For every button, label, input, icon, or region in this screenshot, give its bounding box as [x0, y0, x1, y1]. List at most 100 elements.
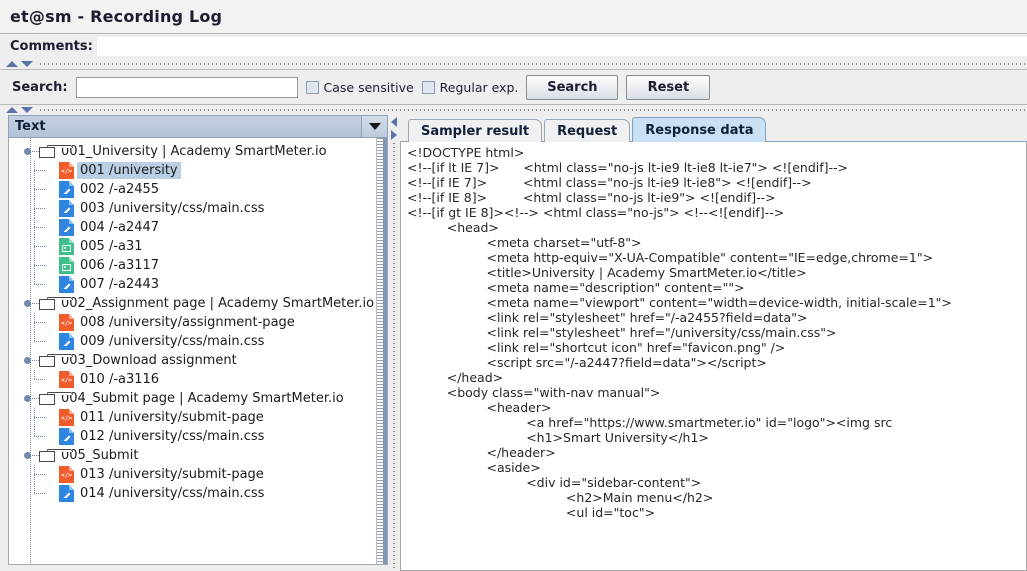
tree-leaf-node[interactable]: 002 /-a2455 [9, 180, 387, 199]
splitter-one-touch-controls-2[interactable] [6, 106, 40, 114]
expand-collapse-handle-icon[interactable] [23, 446, 39, 465]
connector-horizontal [34, 436, 45, 437]
tree-leaf-node[interactable]: </> 010 /-a3116 [9, 370, 387, 389]
tree-body[interactable]: 001_University | Academy SmartMeter.io </… [8, 138, 388, 565]
expand-collapse-handle-icon[interactable] [23, 389, 39, 408]
tree-connector [29, 180, 59, 199]
image-file-icon [59, 257, 74, 274]
handle-arm [30, 360, 39, 361]
tree-group-node[interactable]: 001_University | Academy SmartMeter.io [9, 142, 387, 161]
tree-node-label: 006 /-a3117 [80, 258, 160, 273]
checkbox-icon[interactable] [305, 80, 319, 94]
tree-connector [29, 370, 59, 389]
tree-node-label: 004_Submit page | Academy SmartMeter.io [61, 391, 344, 406]
tree-leaf-node[interactable]: 004 /-a2447 [9, 218, 387, 237]
tree-node-label: 005 /-a31 [80, 239, 143, 254]
tree-leaf-node[interactable]: 012 /university/css/main.css [9, 427, 387, 446]
connector-horizontal [34, 341, 45, 342]
tab-response-data[interactable]: Response data [632, 117, 767, 142]
tree-group-node[interactable]: 003_Download assignment [9, 351, 387, 370]
reset-button[interactable]: Reset [626, 74, 711, 100]
search-input[interactable] [75, 76, 298, 98]
folder-icon [39, 144, 73, 159]
connector-horizontal [34, 322, 45, 323]
folder-body [39, 450, 55, 462]
scrollbar-thumb[interactable] [383, 138, 387, 564]
connector-horizontal [34, 417, 45, 418]
tree-node-label: 002_Assignment page | Academy SmartMeter… [61, 296, 375, 311]
regular-expression-checkbox[interactable]: Regular exp. [421, 80, 518, 95]
main-split-area: Text 001_University | Academy SmartMeter… [0, 115, 1027, 571]
response-line: <h2>Main menu</h2> [407, 490, 714, 505]
code-glyph: </> [61, 168, 72, 175]
horizontal-splitter-bottom[interactable] [0, 105, 1027, 115]
response-line: <aside> [407, 460, 541, 475]
css-file-icon [59, 485, 74, 502]
expand-collapse-handle-icon[interactable] [23, 351, 39, 370]
tree-group-node[interactable]: 005_Submit [9, 446, 387, 465]
response-line: <div id="sidebar-content"> [407, 475, 702, 490]
tree-connector [29, 332, 59, 351]
response-line: <meta name="viewport" content="width=dev… [407, 295, 952, 310]
css-file-icon [59, 219, 74, 236]
collapse-up-icon[interactable] [6, 61, 18, 67]
tab-request[interactable]: Request [544, 119, 631, 142]
search-button[interactable]: Search [526, 74, 619, 100]
folder-body [39, 146, 55, 158]
tree-node-label: 007 /-a2443 [80, 277, 160, 292]
tree-column-header: Text [8, 115, 388, 138]
response-line: <ul id="toc"> [407, 505, 656, 520]
collapse-left-icon[interactable] [391, 117, 397, 127]
response-data-view[interactable]: <!DOCTYPE html> <!--[if lt IE 7]> <html c… [400, 142, 1027, 571]
tree-vertical-scrollbar[interactable] [376, 138, 387, 564]
horizontal-splitter-top[interactable] [0, 59, 1027, 69]
tab-label: Response data [645, 122, 754, 138]
tree-leaf-node[interactable]: 007 /-a2443 [9, 275, 387, 294]
css-file-icon [59, 181, 74, 198]
html-file-icon: </> [59, 466, 74, 483]
collapse-up-icon[interactable] [6, 107, 18, 113]
html-file-icon: </> [59, 162, 74, 179]
tree-node-label: 001_University | Academy SmartMeter.io [61, 144, 327, 159]
tree-leaf-node[interactable]: </> 008 /university/assignment-page [9, 313, 387, 332]
tree-leaf-node[interactable]: 005 /-a31 [9, 237, 387, 256]
comments-input[interactable] [96, 37, 1027, 56]
splitter-grip [40, 109, 1027, 111]
folder-body [39, 355, 55, 367]
connector-horizontal [34, 284, 45, 285]
checkbox-icon[interactable] [421, 80, 435, 94]
splitter-one-touch-controls[interactable] [6, 60, 40, 68]
collapse-down-icon[interactable] [21, 61, 33, 67]
tree-leaf-node[interactable]: 009 /university/css/main.css [9, 332, 387, 351]
expand-collapse-handle-icon[interactable] [23, 294, 39, 313]
vertical-splitter[interactable] [388, 115, 400, 571]
collapse-right-icon[interactable] [391, 130, 397, 140]
connector-horizontal [34, 208, 45, 209]
collapse-down-icon[interactable] [21, 107, 33, 113]
case-sensitive-checkbox[interactable]: Case sensitive [305, 79, 414, 95]
code-glyph: </> [61, 377, 72, 384]
tree-leaf-node[interactable]: </> 013 /university/submit-page [9, 465, 387, 484]
tree-node-label: 010 /-a3116 [80, 372, 160, 387]
response-line: <title>University | Academy SmartMeter.i… [407, 265, 807, 280]
tree-group-node[interactable]: 002_Assignment page | Academy SmartMeter… [9, 294, 387, 313]
tree-column-dropdown-button[interactable] [361, 116, 387, 137]
recording-tree-pane: Text 001_University | Academy SmartMeter… [0, 115, 388, 571]
chevron-down-icon [368, 123, 381, 130]
recording-log-window: et@sm - Recording Log Comments: Search: … [0, 0, 1027, 571]
tree-leaf-node[interactable]: </> 001 /university [9, 161, 387, 180]
expand-collapse-handle-icon[interactable] [23, 142, 39, 161]
tree-leaf-node[interactable]: 006 /-a3117 [9, 256, 387, 275]
tab-label: Sampler result [421, 123, 530, 139]
tree-leaf-node[interactable]: 014 /university/css/main.css [9, 484, 387, 503]
vertical-splitter-one-touch[interactable] [390, 117, 398, 143]
tree-leaf-node[interactable]: 003 /university/css/main.css [9, 199, 387, 218]
tree-group-node[interactable]: 004_Submit page | Academy SmartMeter.io [9, 389, 387, 408]
tree-leaf-node[interactable]: </> 011 /university/submit-page [9, 408, 387, 427]
html-file-icon: </> [59, 371, 74, 388]
response-line: <a href="https://www.smartmeter.io" id="… [407, 415, 893, 430]
case-sensitive-label: Case sensitive [323, 79, 414, 95]
css-file-icon [59, 428, 74, 445]
tab-sampler-result[interactable]: Sampler result [408, 119, 543, 142]
vertical-splitter-grip [393, 143, 395, 571]
